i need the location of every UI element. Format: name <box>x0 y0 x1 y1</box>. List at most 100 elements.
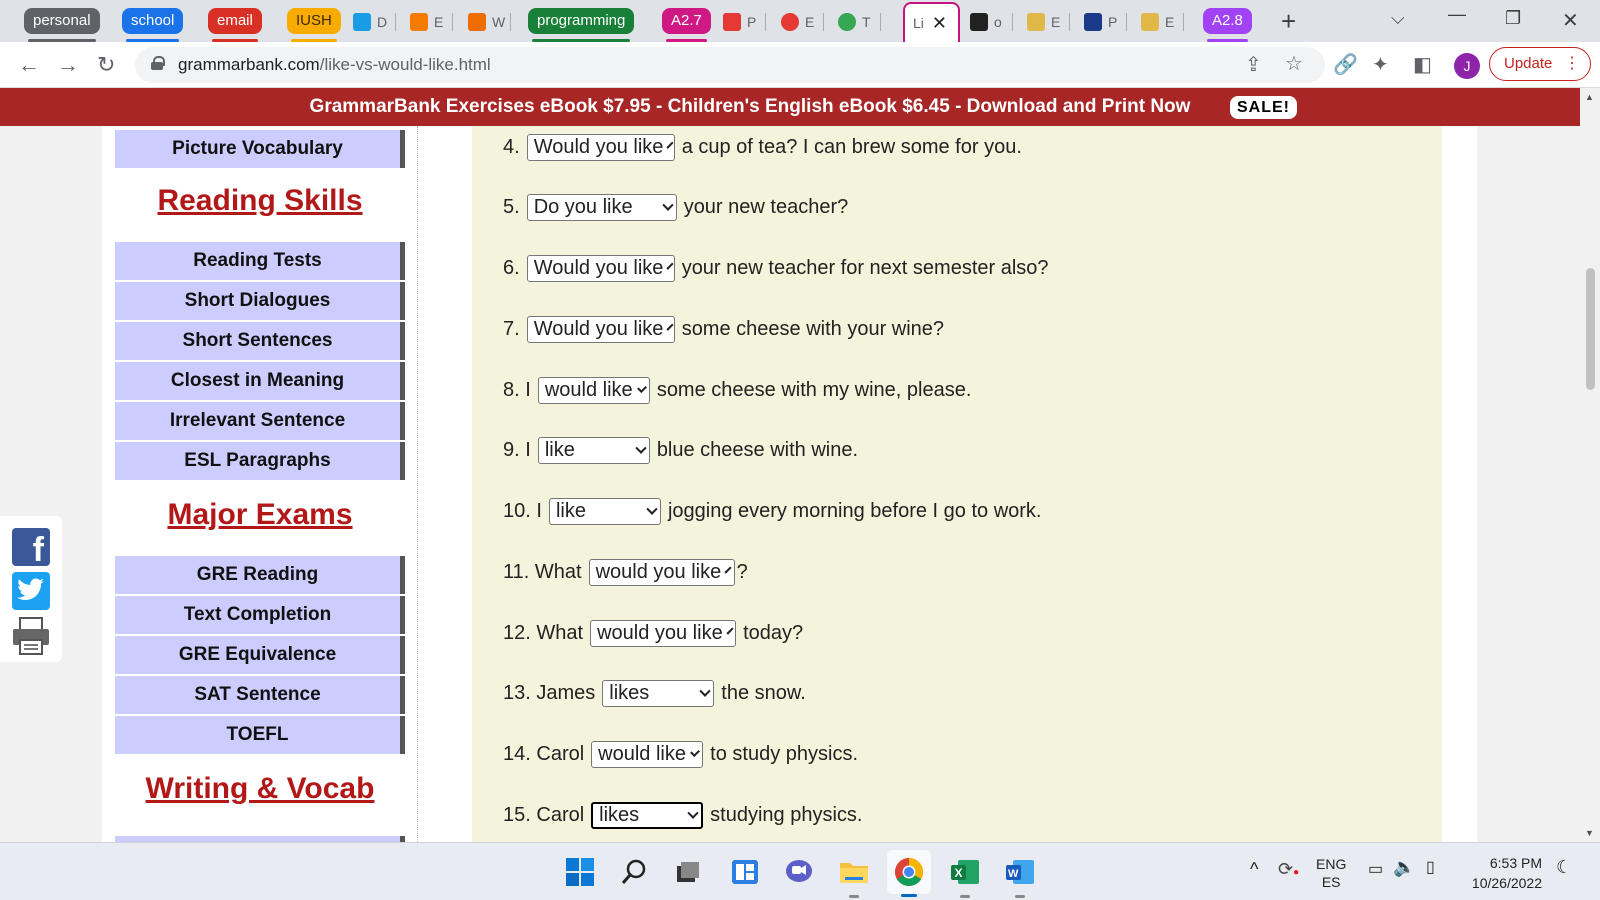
widgets-icon[interactable] <box>727 854 763 890</box>
notifications-icon[interactable]: ☾ <box>1556 857 1572 878</box>
answer-select[interactable]: likes <box>602 680 715 707</box>
tab-group-personal[interactable]: personal <box>24 8 100 42</box>
menu-dots-icon[interactable]: ⋮ <box>1564 48 1580 80</box>
twitter-icon[interactable] <box>12 572 50 610</box>
back-icon[interactable]: ← <box>18 52 40 78</box>
extensions-puzzle-icon[interactable]: ✦ <box>1372 52 1389 77</box>
scroll-thumb[interactable] <box>1586 268 1595 390</box>
link-extension-icon[interactable]: 🔗 <box>1333 52 1358 77</box>
tab-mini-5[interactable]: E <box>773 7 824 37</box>
answer-select[interactable]: Would you like <box>526 255 675 282</box>
heading-major-exams[interactable]: Major Exams <box>102 498 418 532</box>
tab-mini-1[interactable]: D <box>345 7 396 37</box>
chevron-up-icon[interactable]: ^ <box>1250 859 1258 880</box>
nav-reading-tests[interactable]: Reading Tests <box>115 242 405 280</box>
sync-icon[interactable]: ⟳● <box>1278 859 1299 880</box>
network-icon[interactable]: ▭ <box>1368 859 1383 879</box>
answer-select[interactable]: Would you like <box>526 316 675 343</box>
tab-mini-10[interactable]: E <box>1133 7 1184 37</box>
restore-icon[interactable]: ❐ <box>1505 8 1521 29</box>
address-bar[interactable]: grammarbank.com/like-vs-would-like.html … <box>135 47 1325 83</box>
nav-gre-reading[interactable]: GRE Reading <box>115 556 405 594</box>
clock[interactable]: 6:53 PM 10/26/2022 <box>1462 853 1542 893</box>
answer-select[interactable]: like <box>548 498 661 525</box>
close-tab-icon[interactable]: ✕ <box>932 13 947 34</box>
nav-text-completion[interactable]: Text Completion <box>115 596 405 634</box>
nav-sat-sentence[interactable]: SAT Sentence <box>115 676 405 714</box>
reload-icon[interactable]: ↻ <box>97 52 115 78</box>
tab-mini-2[interactable]: E <box>402 7 453 37</box>
volume-icon[interactable]: 🔈 <box>1393 857 1415 878</box>
question-8: 8. I would like some cheese with my wine… <box>503 377 971 404</box>
word-icon[interactable]: W <box>1002 854 1038 898</box>
search-icon[interactable] <box>617 854 653 890</box>
tab-mini-8[interactable]: E <box>1019 7 1070 37</box>
new-tab-icon[interactable]: + <box>1281 6 1296 37</box>
tab-mini-7[interactable]: o <box>962 7 1013 37</box>
share-icon[interactable]: ⇪ <box>1245 52 1262 77</box>
answer-select[interactable]: would like <box>591 741 704 768</box>
answer-select[interactable]: like <box>537 437 650 464</box>
heading-reading-skills[interactable]: Reading Skills <box>102 184 418 218</box>
nav-closest-in-meaning[interactable]: Closest in Meaning <box>115 362 405 400</box>
forward-icon[interactable]: → <box>57 52 79 78</box>
tab-group-a28[interactable]: A2.8 <box>1203 8 1252 42</box>
chrome-icon[interactable] <box>887 850 931 897</box>
excel-icon[interactable]: X <box>947 854 983 898</box>
scroll-up-icon[interactable]: ▲ <box>1585 92 1594 102</box>
tab-mini-6[interactable]: T <box>830 7 881 37</box>
tab-group-a27[interactable]: A2.7 <box>662 8 711 42</box>
page-scrollbar[interactable]: ▲ ▼ <box>1580 88 1600 842</box>
answer-select[interactable]: Do you like <box>526 194 677 221</box>
update-button[interactable]: Update ⋮ <box>1489 47 1591 81</box>
question-12: 12. What would you like today? <box>503 620 803 647</box>
tab-search-icon[interactable]: ⌵ <box>1391 8 1405 29</box>
url-text[interactable]: grammarbank.com/like-vs-would-like.html <box>178 55 491 75</box>
question-10: 10. I like jogging every morning before … <box>503 498 1041 525</box>
scroll-down-icon[interactable]: ▼ <box>1585 828 1594 838</box>
tab-group-school[interactable]: school <box>122 8 184 42</box>
file-explorer-icon[interactable] <box>836 854 872 898</box>
answer-select[interactable]: likes <box>591 802 704 829</box>
nav-picture-vocabulary[interactable]: Picture Vocabulary <box>115 130 405 168</box>
lock-icon[interactable] <box>151 56 165 70</box>
side-panel-icon[interactable]: ◧ <box>1413 52 1432 77</box>
answer-select[interactable]: would you like <box>588 559 735 586</box>
language-indicator[interactable]: ENG ES <box>1316 855 1346 891</box>
sale-badge[interactable]: SALE! <box>1230 96 1297 119</box>
nav-esl-paragraphs[interactable]: ESL Paragraphs <box>115 442 405 480</box>
tab-group-programming[interactable]: programming <box>528 8 635 42</box>
promo-text[interactable]: GrammarBank Exercises eBook $7.95 - Chil… <box>310 96 1191 117</box>
nav-toefl[interactable]: TOEFL <box>115 716 405 754</box>
bookmark-star-icon[interactable]: ☆ <box>1285 51 1303 76</box>
tab-active[interactable]: Li ✕ <box>903 2 960 42</box>
tab-favicon-icon <box>1027 13 1045 31</box>
question-6: 6. Would you like your new teacher for n… <box>503 255 1049 282</box>
window-close-icon[interactable]: ✕ <box>1562 8 1579 33</box>
tab-mini-9[interactable]: P <box>1076 7 1127 37</box>
nav-gre-equivalence[interactable]: GRE Equivalence <box>115 636 405 674</box>
nav-irrelevant-sentence[interactable]: Irrelevant Sentence <box>115 402 405 440</box>
start-icon[interactable] <box>562 854 598 890</box>
battery-icon[interactable]: ▯ <box>1426 857 1435 877</box>
blogger-icon <box>410 13 428 31</box>
answer-select[interactable]: would like <box>537 377 650 404</box>
answer-select[interactable]: Would you like <box>526 134 675 161</box>
minimize-icon[interactable]: — <box>1448 4 1466 25</box>
tab-group-iush[interactable]: IUSH <box>287 8 341 42</box>
task-view-icon[interactable] <box>670 854 706 890</box>
tab-group-email[interactable]: email <box>208 8 262 42</box>
tab-mini-3[interactable]: W <box>460 7 511 37</box>
nav-short-sentences[interactable]: Short Sentences <box>115 322 405 360</box>
tab-favicon-icon <box>353 13 371 31</box>
nav-short-dialogues[interactable]: Short Dialogues <box>115 282 405 320</box>
promo-banner[interactable]: GrammarBank Exercises eBook $7.95 - Chil… <box>0 88 1580 126</box>
answer-select[interactable]: would you like <box>590 620 737 647</box>
facebook-icon[interactable]: f <box>12 528 50 569</box>
heading-writing-vocab[interactable]: Writing & Vocab <box>102 772 418 806</box>
profile-avatar[interactable]: J <box>1454 53 1480 79</box>
tab-mini-4[interactable]: P <box>715 7 766 37</box>
chevron-down-icon <box>666 141 674 149</box>
teams-chat-icon[interactable] <box>781 854 817 890</box>
printer-icon[interactable] <box>10 616 52 656</box>
